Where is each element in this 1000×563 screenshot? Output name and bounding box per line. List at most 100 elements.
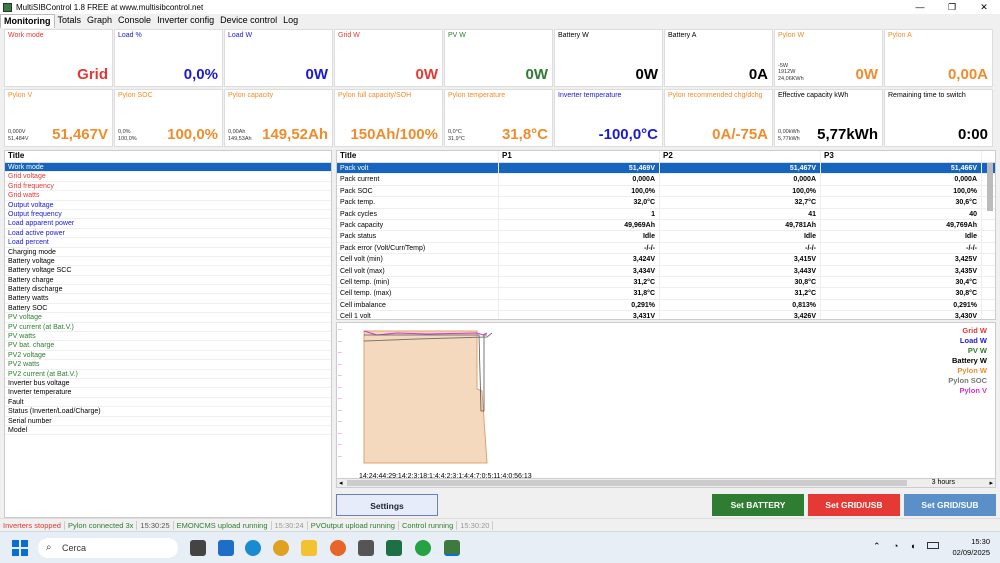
graph-scroll-thumb[interactable] [347,480,907,486]
set-grid-sub-button[interactable]: Set GRID/SUB [904,494,996,516]
list-item-pv2-current-at-bat-v[interactable]: PV2 current (at Bat.V.) [5,370,331,379]
set-grid-usb-button[interactable]: Set GRID/USB [808,494,900,516]
start-button[interactable] [12,540,28,556]
legend-load-w[interactable]: Load W [948,336,987,346]
tab-device-control[interactable]: Device control [217,14,280,28]
tile-battery-a: Battery A 0A [664,29,773,87]
wifi-icon[interactable]: ◔ [893,541,898,551]
excel-icon[interactable] [386,540,402,556]
column-p2[interactable]: P2 [660,151,821,162]
list-item-fault[interactable]: Fault [5,398,331,408]
table-row[interactable]: Cell imbalance 0,291% 0,813% 0,291% [337,299,995,312]
table-row[interactable]: Pack current 0,000A 0,000A 0,000A [337,174,995,186]
list-item-output-voltage[interactable]: Output voltage [5,201,331,210]
task-view-icon[interactable] [190,540,206,556]
tile-value: 0,00A [947,66,988,83]
minimize-button[interactable]: — [904,0,936,14]
list-item-grid-watts[interactable]: Grid watts [5,191,331,201]
list-item-battery-charge[interactable]: Battery charge [5,276,331,286]
firefox-icon[interactable] [330,540,346,556]
list-item-inverter-temperature[interactable]: Inverter temperature [5,388,331,398]
table-row[interactable]: Cell temp. (max) 31,8°C 31,2°C 30,8°C [337,288,995,300]
cell-p3: 0,000A [821,174,982,185]
list-item-pv2-voltage[interactable]: PV2 voltage [5,351,331,361]
legend-pv-w[interactable]: PV W [948,346,987,356]
tab-graph[interactable]: Graph [84,14,115,28]
list-item-status-inverter-load-charge[interactable]: Status (Inverter/Load/Charge) [5,407,331,417]
table-row[interactable]: Cell volt (min) 3,424V 3,415V 3,425V [337,254,995,266]
list-item-charging-mode[interactable]: Charging mode [5,248,331,257]
tab-console[interactable]: Console [115,14,154,28]
volume-icon[interactable]: ◖ [910,541,915,551]
scroll-right-icon[interactable]: ▸ [989,479,993,487]
clock[interactable]: 15:30 02/09/2025 [952,536,990,558]
table-row[interactable]: Pack volt 51,469V 51,467V 51,466V [337,163,995,175]
legend-battery-w[interactable]: Battery W [948,356,987,366]
list-item-output-frequency[interactable]: Output frequency [5,210,331,220]
tile-minmax: 0,000V 51,484V [8,129,29,142]
column-title[interactable]: Title [337,151,499,162]
list-item-battery-watts[interactable]: Battery watts [5,294,331,304]
list-item-inverter-bus-voltage[interactable]: Inverter bus voltage [5,379,331,389]
list-item-load-active-power[interactable]: Load active power [5,229,331,239]
list-item-work-mode[interactable]: Work mode [5,163,331,173]
multisibcontrol-taskbar-icon[interactable] [444,540,460,556]
legend-grid-w[interactable]: Grid W [948,326,987,336]
list-item-load-percent[interactable]: Load percent [5,238,331,248]
tile-label: Pylon A [888,32,912,39]
table-row[interactable]: Pack capacity 49,969Ah 49,781Ah 49,769Ah [337,219,995,232]
calculator-icon[interactable] [358,540,374,556]
list-item-pv-current-at-bat-v[interactable]: PV current (at Bat.V.) [5,323,331,333]
table-scrollbar[interactable] [987,163,993,211]
list-item-pv-voltage[interactable]: PV voltage [5,313,331,323]
tab-totals[interactable]: Totals [55,14,85,28]
list-item-pv2-watts[interactable]: PV2 watts [5,360,331,370]
legend-pylon-v[interactable]: Pylon V [948,386,987,396]
cell-p3: 0,291% [821,299,982,311]
table-row[interactable]: Pack cycles 1 41 40 [337,208,995,220]
list-item-pv-bat-charge[interactable]: PV bat. charge [5,341,331,351]
list-item-serial-number[interactable]: Serial number [5,417,331,426]
table-row[interactable]: Pack status Idle Idle Idle [337,231,995,243]
scroll-left-icon[interactable]: ◂ [339,479,343,487]
tab-monitoring[interactable]: Monitoring [0,14,55,28]
taskbar-search[interactable]: ⌕ Cerca [38,538,178,558]
table-row[interactable]: Pack SOC 100,0% 100,0% 100,0% [337,185,995,198]
table-row[interactable]: Cell 1 volt 3,431V 3,426V 3,430V [337,311,995,319]
table-row[interactable]: Pack error (Volt/Curr/Temp) -/-/- -/-/- -/-… [337,242,995,255]
table-row[interactable]: Pack temp. 32,0°C 32,7°C 30,6°C [337,197,995,209]
maximize-button[interactable]: ❐ [936,0,968,14]
legend-pylon-w[interactable]: Pylon W [948,366,987,376]
cell-p1: 32,0°C [499,197,660,208]
list-item-model[interactable]: Model [5,426,331,436]
chrome-icon[interactable] [273,540,289,556]
edge-icon[interactable] [245,540,261,556]
column-p3[interactable]: P3 [821,151,982,162]
legend-pylon-soc[interactable]: Pylon SOC [948,376,987,386]
file-explorer-icon[interactable] [301,540,317,556]
list-item-battery-discharge[interactable]: Battery discharge [5,285,331,295]
tile-pylon-capacity: Pylon capacity 149,52Ah 0,00Ah 149,53Ah [224,89,333,147]
list-item-grid-frequency[interactable]: Grid frequency [5,182,331,192]
tab-inverter-config[interactable]: Inverter config [154,14,217,28]
list-item-pv-watts[interactable]: PV watts [5,332,331,342]
list-item-load-apparent-power[interactable]: Load apparent power [5,219,331,229]
list-item-battery-soc[interactable]: Battery SOC [5,304,331,314]
whatsapp-icon[interactable] [415,540,431,556]
list-item-battery-voltage[interactable]: Battery voltage [5,257,331,267]
tile-value: 0W [305,66,329,83]
set-battery-button[interactable]: Set BATTERY [712,494,804,516]
close-button[interactable]: ✕ [968,0,1000,14]
tray-chevron-icon[interactable]: ⌃ [873,541,881,552]
list-item-battery-voltage-scc[interactable]: Battery voltage SCC [5,266,331,276]
app-icon [3,2,12,12]
settings-button[interactable]: Settings [336,494,438,516]
graph-scrollbar[interactable]: ◂ 3 hours ▸ [337,478,995,487]
mail-icon[interactable] [218,540,234,556]
column-p1[interactable]: P1 [499,151,660,162]
battery-icon[interactable] [927,542,939,549]
list-item-grid-voltage[interactable]: Grid voltage [5,172,331,182]
table-row[interactable]: Cell temp. (min) 31,2°C 30,8°C 30,4°C [337,276,995,289]
table-row[interactable]: Cell volt (max) 3,434V 3,443V 3,435V [337,265,995,277]
tab-log[interactable]: Log [280,14,301,28]
